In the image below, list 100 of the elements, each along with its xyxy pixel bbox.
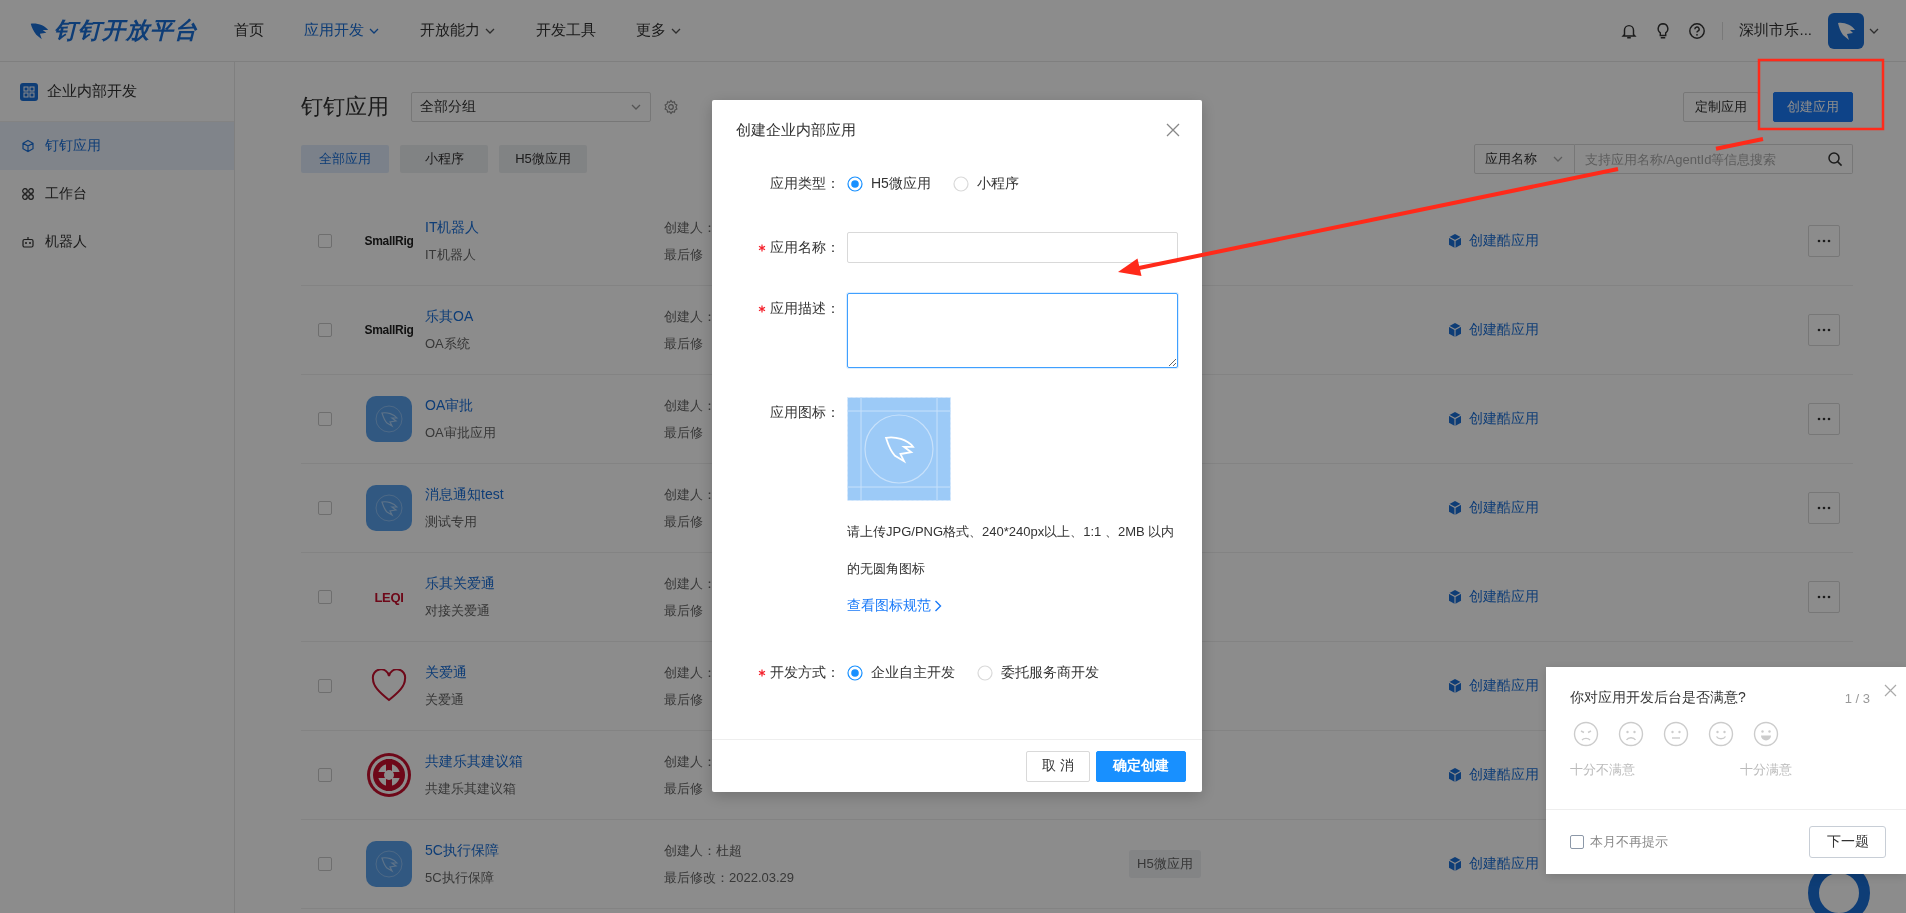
next-question-button[interactable]: 下一题	[1809, 826, 1886, 858]
checkbox[interactable]	[318, 412, 332, 426]
nav-item[interactable]: 开放能力	[420, 21, 496, 40]
create-cool-app-link[interactable]: 创建酷应用	[1447, 321, 1539, 339]
app-name-link[interactable]: 关爱通	[425, 663, 467, 682]
close-icon[interactable]	[1166, 123, 1180, 137]
smiling-face-icon[interactable]	[1708, 721, 1734, 747]
filter-tab[interactable]: 全部应用	[301, 145, 389, 173]
grid-icon	[21, 187, 35, 201]
checkbox[interactable]	[318, 323, 332, 337]
app-description: IT机器人	[425, 245, 476, 264]
search-type-select[interactable]: 应用名称	[1474, 144, 1575, 174]
robot-icon	[21, 235, 35, 249]
app-description: 共建乐其建议箱	[425, 779, 516, 798]
checkbox[interactable]	[318, 679, 332, 693]
app-name-link[interactable]: 5C执行保障	[425, 841, 499, 860]
cube-icon	[1447, 233, 1463, 249]
sidebar-item[interactable]: 工作台	[0, 170, 234, 218]
modified-date: 最后修	[664, 245, 703, 264]
sidebar-item[interactable]: 机器人	[0, 218, 234, 266]
scale-label: 十分不满意	[1570, 761, 1635, 779]
heart-icon	[371, 669, 407, 703]
more-button[interactable]	[1808, 492, 1840, 524]
description-field[interactable]	[847, 293, 1178, 368]
close-icon[interactable]	[1884, 684, 1897, 697]
app-name-link[interactable]: 消息通知test	[425, 485, 504, 504]
checkbox[interactable]	[318, 768, 332, 782]
create-cool-app-link[interactable]: 创建酷应用	[1447, 677, 1539, 695]
grinning-face-icon[interactable]	[1753, 721, 1779, 747]
modified-date: 最后修	[664, 423, 703, 442]
neutral-face-icon[interactable]	[1663, 721, 1689, 747]
angry-face-icon[interactable]	[1573, 721, 1599, 747]
cube-icon	[1447, 500, 1463, 516]
modified-date: 最后修	[664, 334, 703, 353]
cube-icon	[1447, 856, 1463, 872]
radio-option[interactable]: 小程序	[952, 175, 1019, 193]
nav-item[interactable]: 首页	[234, 21, 264, 40]
emblem-logo	[366, 752, 412, 798]
radio-button[interactable]	[847, 176, 863, 192]
more-button[interactable]	[1808, 581, 1840, 613]
confirm-button[interactable]: 确定创建	[1096, 750, 1186, 782]
radio-option[interactable]: 委托服务商开发	[977, 664, 1099, 682]
search-icon[interactable]	[1827, 151, 1843, 167]
more-button[interactable]	[1808, 403, 1840, 435]
sidebar-item[interactable]: 钉钉应用	[0, 122, 234, 170]
app-name-link[interactable]: 共建乐其建议箱	[425, 752, 523, 771]
icon-upload-area[interactable]	[847, 397, 951, 501]
more-button[interactable]	[1808, 225, 1840, 257]
cube-icon	[1447, 589, 1463, 605]
filter-tab[interactable]: 小程序	[400, 145, 488, 173]
cube-icon	[1447, 411, 1463, 427]
create-cool-app-link[interactable]: 创建酷应用	[1447, 232, 1539, 250]
cube-icon	[1447, 767, 1463, 783]
scale-label: 十分满意	[1740, 761, 1792, 779]
nav-item[interactable]: 开发工具	[536, 21, 596, 40]
app-name-link[interactable]: IT机器人	[425, 218, 480, 237]
create-cool-app-link[interactable]: 创建酷应用	[1447, 410, 1539, 428]
create-cool-app-link[interactable]: 创建酷应用	[1447, 766, 1539, 784]
checkbox[interactable]	[318, 590, 332, 604]
cancel-button[interactable]: 取 消	[1026, 750, 1090, 782]
creator-text: 创建人：	[664, 307, 716, 326]
create-cool-app-link[interactable]: 创建酷应用	[1447, 855, 1539, 873]
app-name-link[interactable]: 乐其OA	[425, 307, 474, 326]
app-name-link[interactable]: OA审批	[425, 396, 474, 415]
app-name-link[interactable]: 乐其关爱通	[425, 574, 495, 593]
app-description: 5C执行保障	[425, 868, 494, 887]
nav-item[interactable]: 应用开发	[304, 21, 380, 40]
radio-option[interactable]: 企业自主开发	[847, 664, 955, 682]
app-name-field[interactable]	[847, 232, 1178, 263]
radio-option[interactable]: H5微应用	[847, 175, 931, 193]
create-app-button[interactable]: 创建应用	[1773, 92, 1853, 122]
settings-icon[interactable]	[663, 99, 679, 115]
field-label: 应用描述：	[770, 300, 840, 318]
organization-name[interactable]: 深圳市乐...	[1739, 21, 1812, 40]
more-button[interactable]	[1808, 314, 1840, 346]
nav-item[interactable]: 更多	[636, 21, 682, 40]
checkbox[interactable]	[318, 857, 332, 871]
opt-out-checkbox[interactable]: 本月不再提示	[1570, 833, 1668, 851]
page-title: 钉钉应用	[301, 93, 389, 121]
cube-icon	[21, 139, 35, 153]
custom-app-button[interactable]: 定制应用	[1683, 92, 1759, 122]
radio-button[interactable]	[847, 665, 863, 681]
create-cool-app-link[interactable]: 创建酷应用	[1447, 499, 1539, 517]
help-icon[interactable]	[1688, 21, 1707, 40]
create-cool-app-link[interactable]: 创建酷应用	[1447, 588, 1539, 606]
brand-logo: LEQI	[374, 589, 404, 605]
checkbox[interactable]	[318, 234, 332, 248]
creator-text: 创建人：	[664, 485, 716, 504]
modified-date: 最后修	[664, 779, 703, 798]
app-icon	[366, 485, 412, 531]
sad-face-icon[interactable]	[1618, 721, 1644, 747]
checkbox[interactable]	[318, 501, 332, 515]
icon-spec-link[interactable]: 查看图标规范	[847, 587, 942, 624]
app-type-tag: H5微应用	[1129, 850, 1201, 878]
filter-tab[interactable]: H5微应用	[499, 145, 587, 173]
avatar[interactable]	[1828, 12, 1864, 49]
more-icon	[1817, 595, 1831, 599]
group-select[interactable]: 全部分组	[411, 92, 651, 122]
chevron-right-icon	[934, 599, 942, 612]
creator-text: 创建人：	[664, 574, 716, 593]
